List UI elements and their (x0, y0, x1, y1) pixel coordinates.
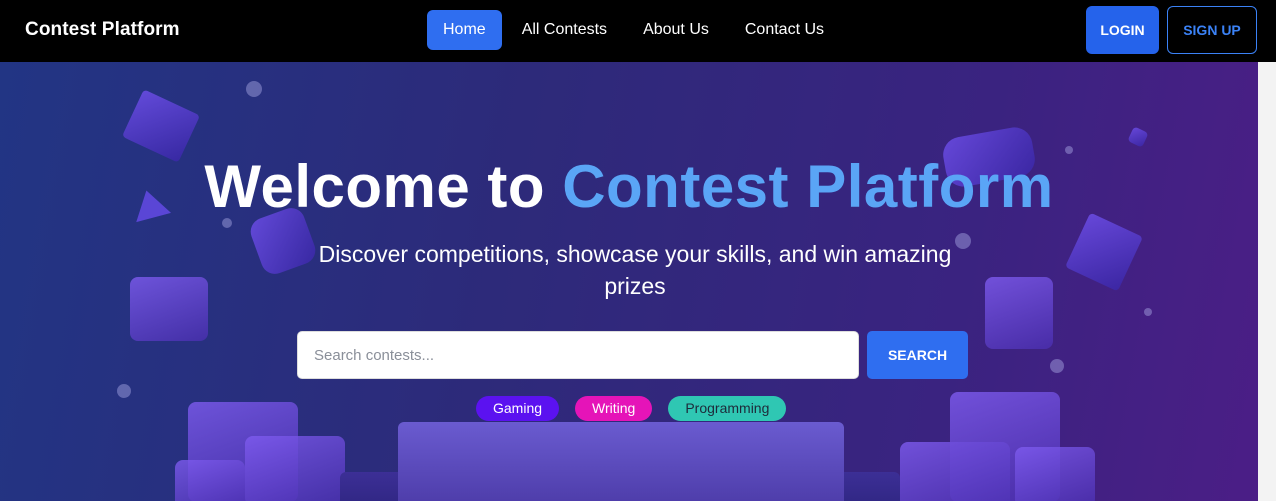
search-button[interactable]: SEARCH (867, 331, 968, 379)
decor-shopping-bag (1065, 212, 1143, 292)
decor-bubble (1050, 359, 1064, 373)
category-tags: Gaming Writing Programming (476, 396, 787, 421)
decor-gift (245, 436, 345, 501)
login-button[interactable]: LOGIN (1086, 6, 1159, 54)
hero-subtitle: Discover competitions, showcase your ski… (318, 241, 952, 299)
decor-bubble (246, 81, 262, 97)
hero-title: Welcome to Contest Platform (0, 152, 1258, 221)
nav-links: Home All Contests About Us Contact Us (427, 10, 844, 50)
auth-actions: LOGIN SIGN UP (1086, 6, 1257, 54)
page-scrollbar[interactable] (1258, 62, 1276, 501)
tag-gaming[interactable]: Gaming (476, 396, 560, 421)
decor-cube (1127, 126, 1149, 148)
nav-all-contests[interactable]: All Contests (506, 10, 623, 50)
decor-bubble (117, 384, 131, 398)
decor-gift (130, 277, 208, 341)
decor-shopping-bag (1015, 447, 1095, 501)
nav-home[interactable]: Home (427, 10, 502, 50)
hero-title-prefix: Welcome to (204, 153, 563, 220)
hero-section: Welcome to Contest Platform Discover com… (0, 62, 1258, 501)
search-input[interactable] (297, 331, 859, 379)
hero-title-accent: Contest Platform (562, 153, 1054, 220)
decor-gift (175, 460, 245, 501)
brand-logo[interactable]: Contest Platform (25, 19, 180, 41)
navbar: Contest Platform Home All Contests About… (0, 0, 1276, 62)
tag-writing[interactable]: Writing (575, 396, 653, 421)
signup-button[interactable]: SIGN UP (1167, 6, 1257, 54)
tag-programming[interactable]: Programming (668, 396, 787, 421)
decor-gift (985, 277, 1053, 349)
decor-bubble (1144, 308, 1152, 316)
nav-contact-us[interactable]: Contact Us (729, 10, 840, 50)
decor-podium (398, 422, 844, 501)
nav-about-us[interactable]: About Us (627, 10, 725, 50)
